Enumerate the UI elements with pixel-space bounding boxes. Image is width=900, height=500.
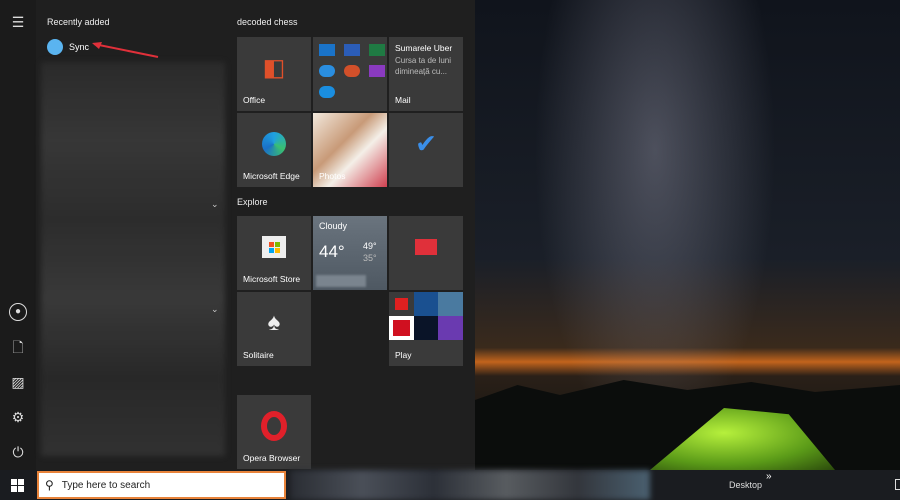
skype-icon	[319, 86, 335, 98]
game-icon	[438, 292, 463, 316]
store-icon	[262, 236, 286, 259]
taskbar-apps-blurred[interactable]	[290, 470, 650, 500]
excel-icon	[369, 44, 385, 56]
prime-video-icon	[413, 292, 439, 316]
powerpoint-icon	[344, 65, 360, 77]
weather-condition: Cloudy	[319, 221, 348, 231]
user-icon[interactable]: ●	[9, 303, 27, 321]
weather-location-blurred	[316, 275, 366, 287]
word-icon	[344, 44, 360, 56]
tile-office[interactable]: ◧ Office	[237, 37, 311, 111]
photoshop-icon	[413, 316, 439, 340]
tile-label: Microsoft Store	[243, 274, 301, 284]
search-box[interactable]: ⚲ Type here to search	[37, 471, 286, 499]
tile-news[interactable]	[389, 216, 463, 290]
office-apps-icons	[313, 37, 387, 105]
tile-photos[interactable]: Photos	[313, 113, 387, 187]
toolbar-overflow-chevron[interactable]: »	[766, 471, 772, 482]
weather-temp: 44°	[319, 242, 345, 261]
tile-label: Photos	[319, 171, 346, 181]
red-arrow	[92, 42, 159, 58]
tile-weather[interactable]: Cloudy 44° 49° 35°	[313, 216, 387, 290]
dolby-icon	[438, 316, 463, 340]
tile-play[interactable]: Play	[389, 292, 463, 366]
tile-microsoft-edge[interactable]: Microsoft Edge	[237, 113, 311, 187]
app-list-blurred[interactable]	[41, 62, 225, 456]
tile-office-apps[interactable]	[313, 37, 387, 111]
weather-high: 49°	[363, 241, 377, 251]
desktop-toolbar-label[interactable]: Desktop	[729, 480, 762, 490]
opera-icon	[261, 411, 287, 442]
start-menu: ☰ ● 🗋 ▨ ⚙ ⏻ Recently added Sync ⌄ ⌄ deco…	[0, 0, 475, 470]
sync-label: Sync	[69, 42, 90, 52]
chevron-down-icon[interactable]: ⌄	[211, 199, 219, 210]
settings-icon[interactable]: ⚙	[9, 408, 27, 426]
documents-icon[interactable]: 🗋	[9, 338, 27, 356]
chevron-down-icon[interactable]: ⌄	[211, 304, 219, 315]
app-sync[interactable]: Sync	[47, 39, 89, 55]
group-explore[interactable]: Explore	[237, 197, 268, 207]
windows-start-icon[interactable]	[11, 479, 24, 492]
edge-icon	[262, 132, 286, 157]
group-decoded-chess[interactable]: decoded chess	[237, 17, 298, 27]
tile-mail[interactable]: Sumarele Uber Cursa ta de luni dimineață…	[389, 37, 463, 111]
onedrive-icon	[319, 65, 335, 77]
play-apps-icons	[389, 292, 463, 340]
search-icon: ⚲	[45, 478, 54, 492]
pictures-icon[interactable]: ▨	[9, 373, 27, 391]
tile-todo[interactable]: ✔	[389, 113, 463, 187]
tile-label: Mail	[395, 95, 411, 105]
search-placeholder: Type here to search	[61, 479, 151, 491]
pinterest-icon	[389, 316, 414, 340]
tile-label: Opera Browser	[243, 453, 301, 463]
mail-body: Cursa ta de luni dimineață cu...	[395, 56, 452, 76]
mail-title: Sumarele Uber	[395, 43, 453, 53]
hamburger-icon[interactable]: ☰	[9, 13, 27, 31]
tile-solitaire[interactable]: ♠ Solitaire	[237, 292, 311, 366]
tile-label: Solitaire	[243, 350, 274, 360]
roblox-icon	[389, 292, 414, 316]
action-center-icon[interactable]	[895, 479, 900, 490]
checkmark-icon: ✔	[415, 128, 437, 159]
tile-microsoft-store[interactable]: Microsoft Store	[237, 216, 311, 290]
tile-label: Microsoft Edge	[243, 171, 300, 181]
power-icon[interactable]: ⏻	[9, 443, 27, 461]
outlook-icon	[319, 44, 335, 56]
news-icon	[415, 239, 437, 256]
start-rail: ☰ ● 🗋 ▨ ⚙ ⏻	[0, 0, 36, 470]
solitaire-icon: ♠	[267, 309, 281, 337]
recently-added-heading: Recently added	[47, 17, 110, 27]
office-icon: ◧	[262, 54, 286, 82]
weather-low: 35°	[363, 253, 377, 263]
sync-icon	[47, 39, 63, 55]
tile-label: Office	[243, 95, 266, 105]
tile-label: Play	[395, 350, 412, 360]
tile-opera[interactable]: Opera Browser	[237, 395, 311, 469]
onenote-icon	[369, 65, 385, 77]
